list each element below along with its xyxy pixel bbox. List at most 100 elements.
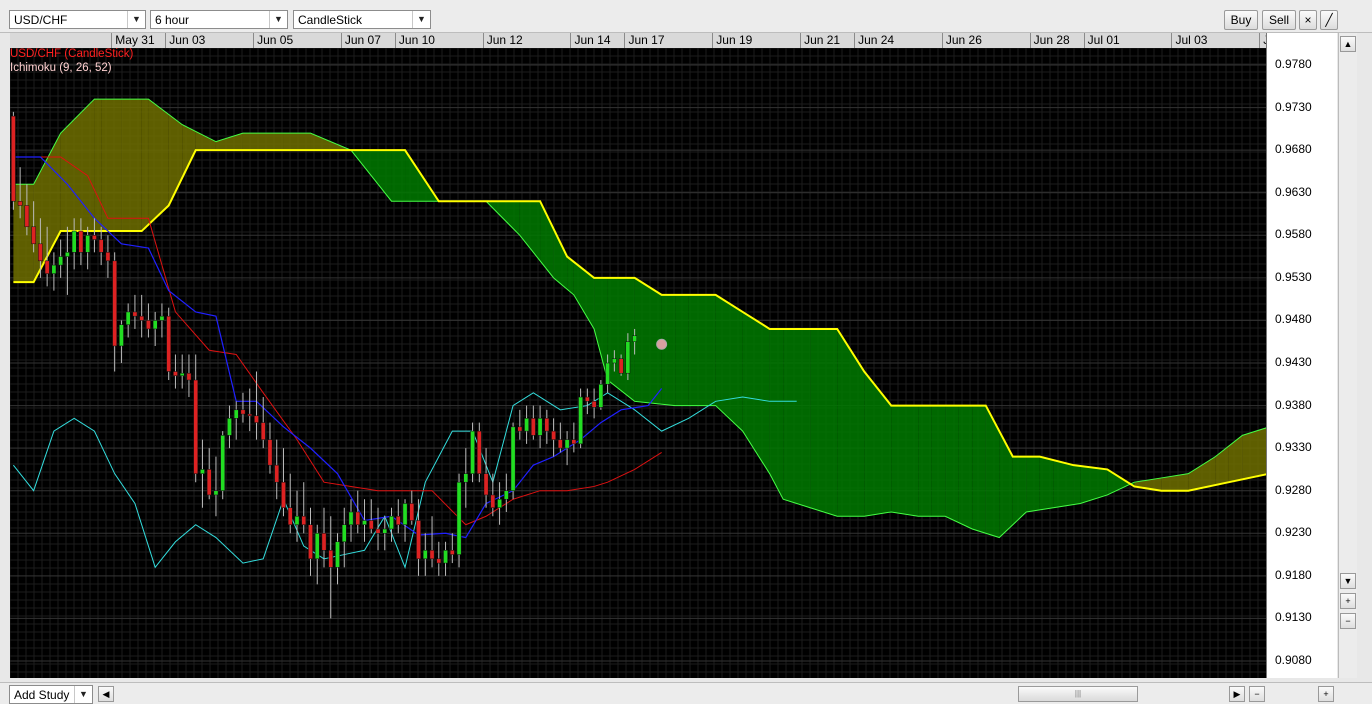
- candle-down: [321, 533, 327, 551]
- cloud-bullish: [661, 294, 676, 406]
- date-tick-label: May 31: [111, 33, 155, 48]
- candle-down: [146, 320, 151, 330]
- legend-indicator: Ichimoku (9, 26, 52): [10, 62, 112, 74]
- candle-up: [456, 481, 462, 555]
- cloud-bearish: [121, 99, 142, 232]
- candle-down: [551, 430, 556, 440]
- candle-down: [395, 515, 401, 526]
- date-tick-label: Jun 26: [941, 33, 982, 48]
- price-tick-label: 0.9630: [1275, 184, 1312, 199]
- candle-down: [274, 464, 280, 483]
- zoom-in-button[interactable]: +: [1318, 686, 1334, 702]
- scroll-left-icon[interactable]: ◀: [98, 686, 114, 702]
- candle-up: [125, 311, 131, 325]
- candle-up: [179, 372, 185, 377]
- candle-down: [17, 200, 23, 206]
- candle-down: [571, 439, 577, 445]
- date-tick-label: Jun 03: [165, 33, 205, 48]
- candle-down: [618, 358, 624, 374]
- candle-up: [119, 324, 124, 347]
- candle-down: [483, 473, 489, 496]
- cloud-bullish: [715, 294, 743, 432]
- interval-value: 6 hour: [155, 13, 190, 27]
- interval-select[interactable]: 6 hour ▼: [150, 10, 288, 29]
- candle-down: [193, 379, 199, 474]
- candle-up: [294, 515, 300, 526]
- candle-up: [612, 358, 617, 364]
- add-study-select[interactable]: Add Study ▼: [9, 685, 93, 704]
- buy-button[interactable]: Buy: [1224, 10, 1258, 30]
- horizontal-scroll-thumb[interactable]: |||: [1018, 686, 1138, 702]
- candle-down: [98, 239, 104, 253]
- chart-toolbar: USD/CHF ▼ 6 hour ▼ CandleStick ▼ Buy Sel…: [0, 0, 1372, 33]
- candle-down: [476, 430, 482, 474]
- candle-down: [490, 494, 496, 508]
- candle-down: [166, 315, 172, 372]
- candle-down: [112, 260, 118, 347]
- price-tick-label: 0.9730: [1275, 99, 1312, 114]
- cloud-bearish: [283, 133, 311, 151]
- cloud-bullish: [891, 405, 919, 517]
- candle-up: [632, 335, 637, 342]
- chevron-down-icon[interactable]: ▼: [412, 11, 430, 28]
- cloud-bullish: [958, 405, 973, 530]
- candle-down: [355, 511, 361, 526]
- candle-up: [65, 252, 70, 257]
- vertical-scrollbar[interactable]: ▲ ▼ + −: [1338, 33, 1357, 678]
- candle-down: [31, 226, 36, 245]
- zoom-out-icon[interactable]: −: [1340, 613, 1356, 629]
- scroll-right-icon[interactable]: ▶: [1229, 686, 1245, 702]
- candle-down: [173, 371, 178, 377]
- candle-down: [105, 252, 111, 262]
- candle-down: [558, 439, 563, 449]
- zoom-in-icon[interactable]: +: [1340, 593, 1356, 609]
- candle-down: [38, 243, 43, 262]
- date-tick-label: Jun 14: [570, 33, 611, 48]
- cloud-bearish: [13, 184, 34, 283]
- cloud-bullish: [540, 201, 554, 278]
- price-tick-label: 0.9230: [1275, 525, 1312, 540]
- candle-up: [71, 230, 77, 253]
- draw-line-tool-icon[interactable]: ╱: [1320, 10, 1338, 30]
- date-axis: May 31 Jun 03 Jun 05 Jun 07 Jun 10 Jun 12 Jun …: [10, 33, 1266, 49]
- chevron-down-icon[interactable]: ▼: [74, 686, 92, 703]
- date-tick-label: Jun 07: [340, 33, 381, 48]
- candle-down: [92, 235, 97, 240]
- cloud-bullish: [742, 311, 770, 474]
- date-tick-label: Jun 10: [394, 33, 435, 48]
- sell-button[interactable]: Sell: [1262, 10, 1296, 30]
- chevron-down-icon[interactable]: ▼: [127, 11, 145, 28]
- cloud-bullish: [945, 405, 959, 523]
- candle-down: [544, 418, 550, 432]
- chart-style-select[interactable]: CandleStick ▼: [293, 10, 431, 29]
- bottom-bar: Add Study ▼ ◀ ||| ▶ − +: [0, 682, 1372, 704]
- candle-up: [463, 473, 469, 483]
- zoom-out-button[interactable]: −: [1249, 686, 1265, 702]
- scroll-down-icon[interactable]: ▼: [1340, 573, 1356, 589]
- candle-down: [24, 205, 30, 228]
- candle-down: [308, 524, 313, 560]
- cloud-bullish: [931, 405, 946, 517]
- date-tick-label: Jun 28: [1029, 33, 1070, 48]
- cloud-bearish: [195, 131, 216, 151]
- cloud-bullish: [918, 405, 932, 517]
- chevron-down-icon[interactable]: ▼: [269, 11, 287, 28]
- date-tick-label: Jun 21: [800, 33, 840, 48]
- price-tick-label: 0.9180: [1275, 567, 1312, 582]
- symbol-select[interactable]: USD/CHF ▼: [9, 10, 146, 29]
- candle-up: [348, 511, 354, 526]
- price-chart[interactable]: [10, 48, 1266, 678]
- candle-down: [409, 503, 415, 521]
- scroll-up-icon[interactable]: ▲: [1340, 36, 1356, 52]
- date-tick-label: Jun 12: [482, 33, 523, 48]
- chart-canvas: [10, 48, 1266, 678]
- candle-up: [625, 341, 631, 374]
- candle-up: [58, 256, 63, 266]
- candle-up: [497, 498, 502, 508]
- candle-down: [186, 372, 192, 381]
- price-axis: 0.9780 0.9730 0.9680 0.9630 0.9580 0.9530 0.94…: [1266, 33, 1337, 678]
- cloud-bullish: [1073, 465, 1081, 505]
- candle-down: [260, 422, 266, 440]
- candle-down: [254, 415, 259, 423]
- crosshair-tool-icon[interactable]: ×: [1299, 10, 1317, 30]
